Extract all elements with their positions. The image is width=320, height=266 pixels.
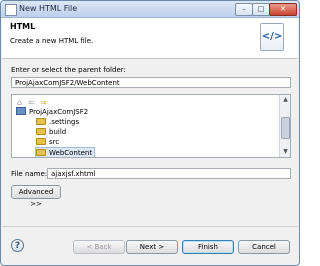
html-file-icon: </> <box>260 23 284 51</box>
tree-item-settings[interactable]: .settings <box>36 117 79 127</box>
home-icon[interactable]: ⌂ <box>15 98 24 107</box>
back-button[interactable]: < Back <box>73 240 125 254</box>
file-name-label: File name: <box>11 170 48 178</box>
next-button[interactable]: Next > <box>126 240 178 254</box>
finish-button[interactable]: Finish <box>182 240 234 254</box>
tree-item-project[interactable]: ProjAjaxComJSF2 <box>16 107 88 117</box>
folder-icon <box>36 118 46 125</box>
tree-item-webcontent[interactable]: WebContent <box>35 147 96 157</box>
tree-item-label: ProjAjaxComJSF2 <box>29 108 89 116</box>
wizard-description: Create a new HTML file. <box>10 37 94 45</box>
maximize-button[interactable]: □ <box>252 3 270 16</box>
file-name-input[interactable]: ajaxjsf.xhtml <box>47 168 291 179</box>
tree-item-label: build <box>49 128 67 136</box>
folder-icon <box>36 149 46 156</box>
tree-item-build[interactable]: build <box>36 127 66 137</box>
scroll-down-icon[interactable]: ▼ <box>280 147 290 157</box>
advanced-button[interactable]: Advanced >> <box>11 185 61 208</box>
app-icon <box>5 4 17 16</box>
tree-scrollbar[interactable]: ▲ ▼ <box>279 95 290 157</box>
folder-tree[interactable]: ⌂ ⇐ ⇒ ProjAjaxComJSF2 .settings build sr… <box>11 94 291 158</box>
project-icon <box>16 107 26 115</box>
separator <box>2 226 298 227</box>
cancel-button[interactable]: Cancel <box>238 240 290 254</box>
forward-icon[interactable]: ⇒ <box>39 98 48 107</box>
tree-item-label: WebContent <box>49 149 93 157</box>
tree-item-label: src <box>49 138 60 146</box>
tree-item-label: .settings <box>49 118 80 126</box>
wizard-title: HTML <box>10 22 36 31</box>
parent-folder-label: Enter or select the parent folder: <box>11 66 126 74</box>
scroll-up-icon[interactable]: ▲ <box>280 95 290 105</box>
help-icon[interactable]: ? <box>11 239 24 252</box>
window-title: New HTML File <box>19 4 78 13</box>
dialog-window: New HTML File – □ ✕ HTML Create a new HT… <box>0 0 300 266</box>
parent-folder-input[interactable]: ProjAjaxComJSF2/WebContent <box>11 77 291 88</box>
scroll-thumb[interactable] <box>281 117 290 139</box>
back-icon[interactable]: ⇐ <box>27 98 36 107</box>
wizard-header: HTML Create a new HTML file. </> <box>2 18 298 59</box>
title-bar: New HTML File – □ ✕ <box>1 1 299 18</box>
folder-icon <box>36 128 46 135</box>
tree-item-src[interactable]: src <box>36 137 59 147</box>
minimize-button[interactable]: – <box>235 3 253 16</box>
folder-icon <box>36 138 46 145</box>
close-button[interactable]: ✕ <box>269 3 297 16</box>
